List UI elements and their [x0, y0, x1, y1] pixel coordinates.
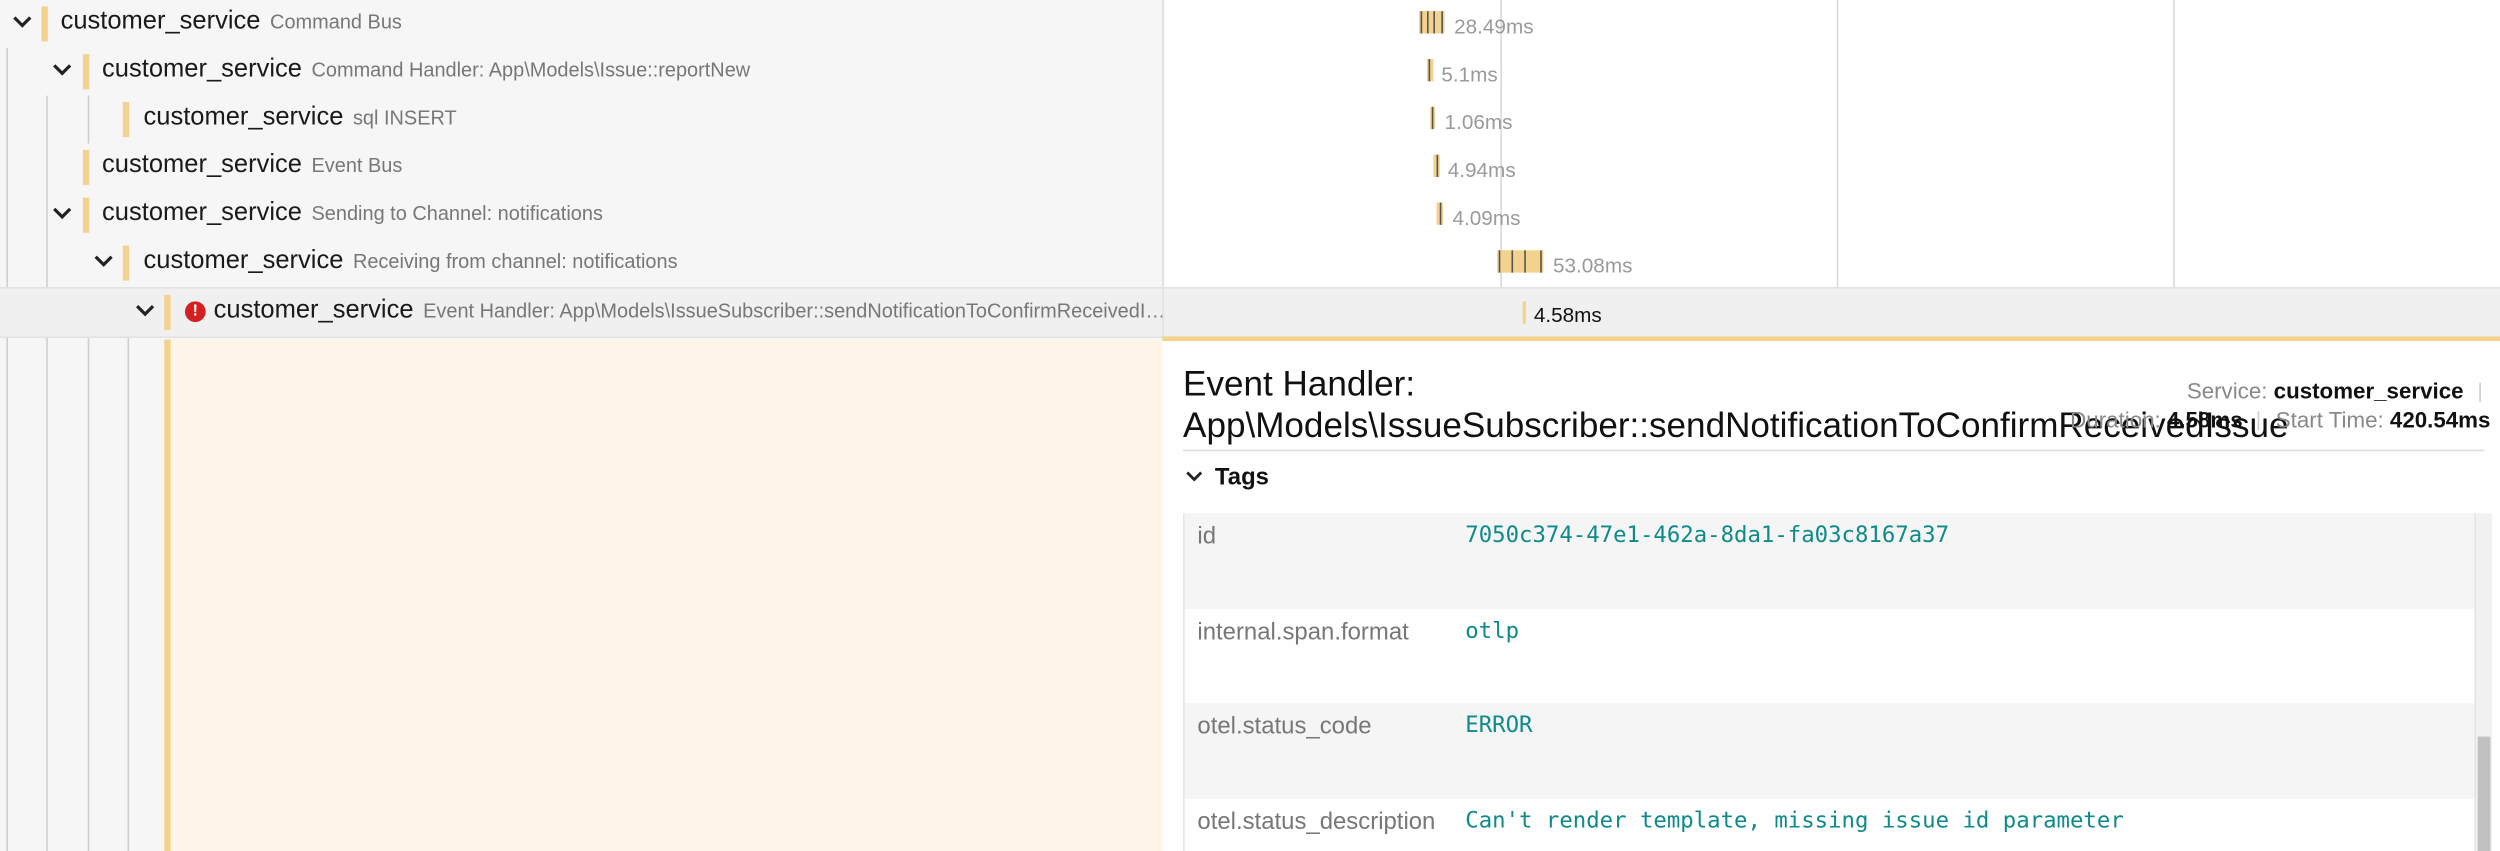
tag-value: otlp	[1465, 617, 1520, 644]
span-bar[interactable]	[1522, 301, 1526, 324]
tag-value: ERROR	[1465, 712, 1533, 739]
span-row[interactable]: customer_service Receiving from channel: …	[0, 239, 1162, 287]
span-row[interactable]: customer_service Event Bus	[0, 143, 1162, 191]
tags-scrollbar[interactable]	[2474, 513, 2493, 851]
span-color-bar	[164, 294, 171, 331]
span-meta: Service: customer_service Duration: 4.58…	[2070, 376, 2490, 433]
operation-name: Receiving from channel: notifications	[352, 250, 678, 273]
duration-value: 4.58ms	[2166, 406, 2243, 433]
chevron-down-icon[interactable]	[49, 57, 75, 83]
span-row-selected[interactable]: ! customer_service Event Handler: App\Mode…	[0, 286, 1164, 339]
timeline-row[interactable]: 4.94ms	[1164, 143, 2500, 191]
span-color-bar	[82, 197, 90, 233]
span-row[interactable]: customer_service Command Handler: App\Mod…	[0, 48, 1162, 96]
timeline-row[interactable]: 53.08ms	[1164, 239, 2500, 287]
chevron-down-icon[interactable]	[10, 10, 36, 36]
span-duration: 4.58ms	[1533, 302, 1602, 327]
span-color-bar	[82, 149, 90, 185]
tree-guide	[87, 286, 90, 851]
span-duration: 28.49ms	[1454, 14, 1534, 39]
chevron-down-icon[interactable]	[132, 298, 158, 324]
service-name: customer_service	[102, 151, 302, 179]
scrollbar-thumb[interactable]	[2477, 736, 2491, 851]
start-time-value: 420.54ms	[2389, 406, 2491, 433]
operation-name: Event Bus	[311, 154, 403, 177]
error-icon: !	[184, 301, 206, 323]
duration-label: Duration:	[2070, 406, 2161, 433]
service-name: customer_service	[102, 55, 302, 83]
span-color-bar	[122, 245, 130, 281]
span-color-bar	[41, 6, 48, 42]
span-row[interactable]: customer_service sql INSERT	[0, 96, 1162, 144]
chevron-down-icon	[1186, 471, 1203, 482]
span-duration: 53.08ms	[1552, 253, 1633, 278]
tag-value: Can't render template, missing issue id …	[1465, 807, 2124, 834]
span-color-bar	[82, 54, 90, 90]
tags-table: id 7050c374-47e1-462a-8da1-fa03c8167a37 …	[1183, 513, 2475, 851]
span-duration: 4.94ms	[1447, 157, 1516, 182]
tag-key: internal.span.format	[1197, 617, 1409, 645]
span-label[interactable]: customer_service Receiving from channel: …	[143, 247, 677, 276]
span-duration: 1.06ms	[1444, 110, 1513, 134]
span-bar[interactable]	[1419, 11, 1445, 34]
start-time-label: Start Time:	[2275, 406, 2384, 433]
service-value: customer_service	[2273, 377, 2464, 404]
span-bar[interactable]	[1497, 250, 1544, 273]
span-label[interactable]: ! customer_service Event Handler: App\Mode…	[184, 296, 1164, 326]
tag-key: otel.status_description	[1197, 807, 1436, 835]
service-label: Service:	[2186, 377, 2268, 404]
operation-name: Command Handler: App\Models\Issue::repor…	[311, 58, 751, 82]
span-label[interactable]: customer_service Sending to Channel: noti…	[102, 199, 603, 228]
span-bar[interactable]	[1430, 106, 1435, 130]
span-label[interactable]: customer_service Command Bus	[61, 8, 402, 37]
service-name: customer_service	[143, 247, 344, 275]
span-label[interactable]: customer_service Event Bus	[102, 151, 402, 180]
service-name: customer_service	[60, 7, 261, 36]
tag-key: id	[1197, 522, 1217, 551]
tag-row: otel.status_code ERROR	[1183, 703, 2475, 798]
operation-name: Command Bus	[270, 11, 402, 34]
tag-row: otel.status_description Can't render tem…	[1183, 797, 2474, 851]
span-bar[interactable]	[1426, 58, 1434, 82]
tag-row: id 7050c374-47e1-462a-8da1-fa03c8167a37	[1183, 513, 2475, 609]
timeline-row[interactable]: 4.09ms	[1164, 191, 2500, 239]
chevron-down-icon[interactable]	[91, 249, 117, 275]
timeline: 28.49ms 5.1ms 1.06ms 4.94ms 4.09ms 53.08…	[1163, 0, 2500, 339]
timeline-row[interactable]: 28.49ms	[1164, 0, 2500, 48]
span-row[interactable]: customer_service Command Bus	[0, 0, 1162, 48]
span-label[interactable]: customer_service sql INSERT	[143, 104, 456, 133]
operation-name: sql INSERT	[352, 106, 457, 130]
timeline-row[interactable]: 1.06ms	[1164, 96, 2500, 144]
tree-guide	[127, 334, 130, 851]
timeline-row[interactable]: 5.1ms	[1164, 48, 2500, 96]
detail-indent-area	[164, 339, 1169, 851]
divider	[1183, 449, 2485, 452]
tag-value: 7050c374-47e1-462a-8da1-fa03c8167a37	[1465, 522, 1950, 549]
span-detail-panel: Event Handler: App\Models\IssueSubscribe…	[1162, 341, 2500, 851]
span-color-bar	[122, 102, 130, 138]
chevron-down-icon[interactable]	[49, 201, 75, 227]
span-label[interactable]: customer_service Command Handler: App\Mod…	[102, 56, 750, 85]
span-duration: 4.09ms	[1452, 205, 1521, 230]
span-row[interactable]: customer_service Sending to Channel: noti…	[0, 191, 1162, 239]
service-name: customer_service	[102, 199, 302, 227]
tags-header: Tags	[1214, 463, 1269, 492]
span-duration: 5.1ms	[1441, 62, 1498, 87]
service-name: customer_service	[143, 103, 344, 131]
tag-row: internal.span.format otlp	[1183, 608, 2474, 704]
service-name: customer_service	[213, 296, 414, 324]
tags-toggle[interactable]: Tags	[1183, 464, 1269, 491]
operation-name: Sending to Channel: notifications	[311, 202, 603, 225]
tag-key: otel.status_code	[1197, 712, 1372, 740]
timeline-row-selected[interactable]: 4.58ms	[1163, 286, 2500, 339]
span-bar[interactable]	[1436, 202, 1443, 225]
span-bar[interactable]	[1433, 154, 1440, 177]
operation-name: Event Handler: App\Models\IssueSubscribe…	[423, 299, 1164, 323]
